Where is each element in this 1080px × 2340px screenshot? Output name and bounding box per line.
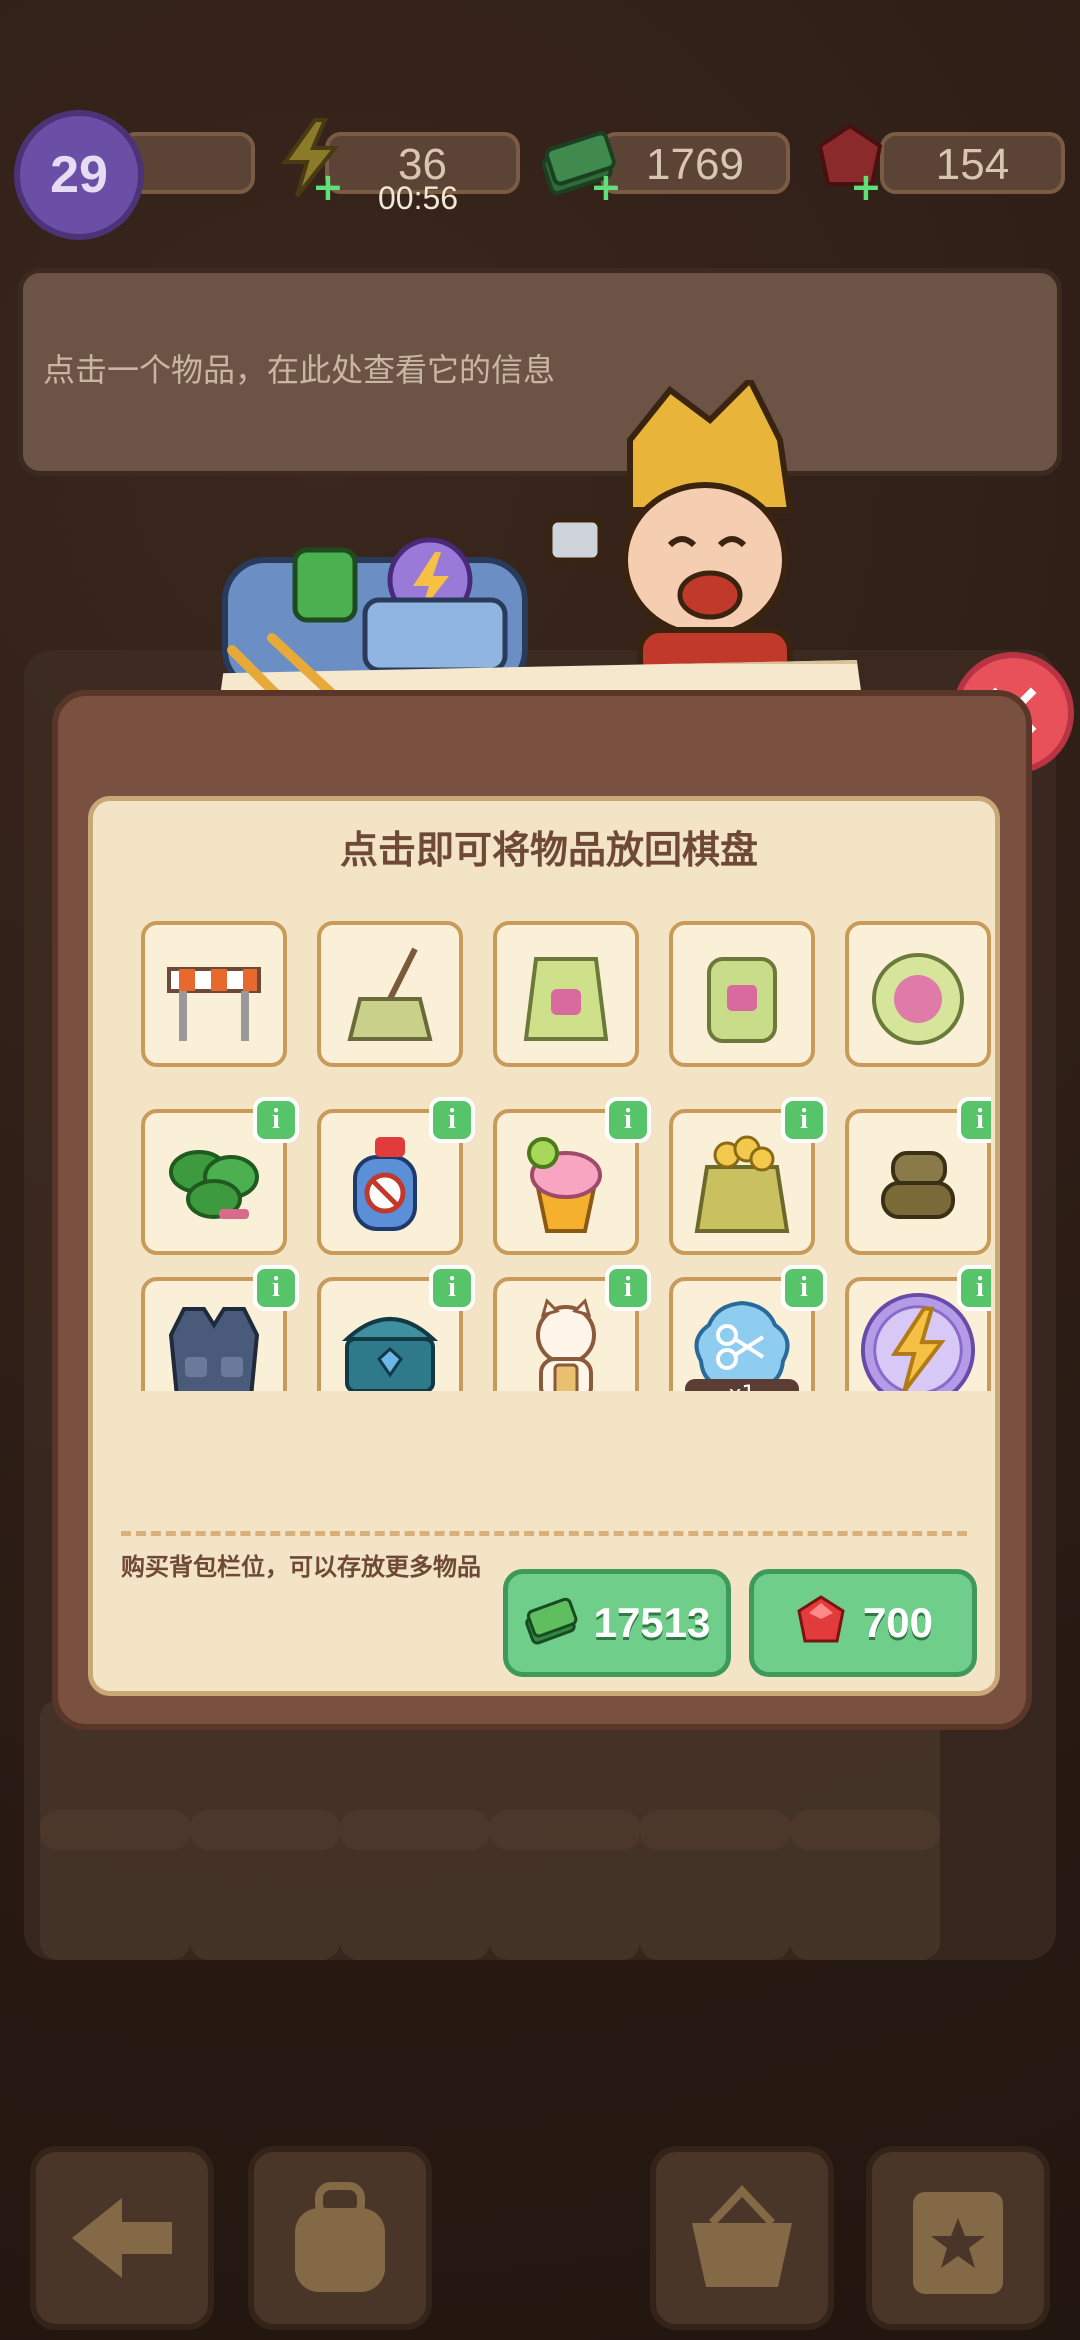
buy-slots-text: 购买背包栏位，可以存放更多物品 xyxy=(121,1553,481,1581)
backpack-panel: 点击即可将物品放回棋盘 iiiiiiiix1iiiiiii 购买背包栏位，可以存… xyxy=(88,796,1000,1696)
wood-logs-icon xyxy=(859,1123,977,1241)
seed-bag-icon xyxy=(507,935,625,1053)
info-icon[interactable]: i xyxy=(429,1097,475,1143)
backpack-slot[interactable]: i xyxy=(141,1097,299,1255)
gem-price: 700 xyxy=(862,1599,934,1646)
backpack-slot[interactable]: i xyxy=(845,1265,991,1391)
gem-value: 154 xyxy=(935,140,1010,189)
backpack-modal: 点击即可将物品放回棋盘 iiiiiiiix1iiiiiii 购买背包栏位，可以存… xyxy=(52,690,1032,1730)
energy-timer: 00:56 xyxy=(378,180,459,216)
tasks-button[interactable] xyxy=(866,2146,1050,2330)
info-icon[interactable]: i xyxy=(253,1097,299,1143)
backpack-slot[interactable]: i xyxy=(669,1097,827,1255)
backpack-slot[interactable]: i xyxy=(493,1265,651,1391)
add-gem-icon[interactable]: + xyxy=(850,168,882,206)
backpack-slot[interactable]: i xyxy=(493,1097,651,1255)
info-icon[interactable]: i xyxy=(605,1265,651,1311)
backpack-slot[interactable]: i xyxy=(317,1265,475,1391)
buy-with-gems-button[interactable]: 700 xyxy=(749,1569,977,1677)
shop-basket-button[interactable] xyxy=(650,2146,834,2330)
backpack-slot[interactable]: x1 i xyxy=(669,1265,827,1391)
buy-with-cash-button[interactable]: 17513 xyxy=(503,1569,731,1677)
backpack-icon xyxy=(295,2182,385,2292)
backpack-slot[interactable]: i xyxy=(141,1265,299,1391)
spinach-icon xyxy=(155,1123,273,1241)
info-icon[interactable]: i xyxy=(605,1097,651,1143)
back-button[interactable] xyxy=(30,2146,214,2330)
backpack-subtitle: 点击即可将物品放回棋盘 xyxy=(339,828,758,872)
broom-icon xyxy=(331,935,449,1053)
add-cash-icon[interactable]: + xyxy=(590,168,622,206)
item-quantity: x1 xyxy=(685,1379,799,1391)
backpack-slot[interactable] xyxy=(317,921,463,1067)
backpack-slot[interactable] xyxy=(141,921,287,1067)
ice-cream-cup-icon xyxy=(507,1123,625,1241)
gem-counter[interactable]: 154 xyxy=(880,132,1065,194)
gem-icon xyxy=(793,1593,849,1653)
info-icon[interactable]: i xyxy=(253,1265,299,1311)
backpack-slot[interactable]: i xyxy=(845,1097,991,1255)
back-arrow-icon xyxy=(72,2198,172,2278)
road-barrier-icon xyxy=(155,935,273,1053)
jar-icon xyxy=(683,935,801,1053)
cash-price: 17513 xyxy=(593,1599,711,1646)
cash-stack-icon xyxy=(524,1595,580,1651)
cash-value: 1769 xyxy=(646,140,744,189)
coin-sack-icon xyxy=(683,1123,801,1241)
backpack-slot[interactable] xyxy=(669,921,815,1067)
backpack-item-grid[interactable]: iiiiiiiix1iiiiiii xyxy=(121,921,991,1391)
add-energy-icon[interactable]: + xyxy=(312,168,344,206)
clipboard-star-icon xyxy=(913,2192,1003,2294)
status-bar: 29 36 + 00:56 1769 + 154 + xyxy=(0,110,1080,240)
info-icon[interactable]: i xyxy=(957,1265,991,1311)
pest-sprayer-icon xyxy=(331,1123,449,1241)
backpack-slot[interactable] xyxy=(845,921,991,1067)
plate-icon xyxy=(859,935,977,1053)
info-icon[interactable]: i xyxy=(957,1097,991,1143)
backpack-slot[interactable] xyxy=(493,921,639,1067)
info-icon[interactable]: i xyxy=(781,1097,827,1143)
character-illustration xyxy=(520,374,880,683)
item-info-hint: 点击一个物品，在此处查看它的信息 xyxy=(43,351,556,389)
info-icon[interactable]: i xyxy=(781,1265,827,1311)
panel-divider xyxy=(121,1531,967,1536)
info-icon[interactable]: i xyxy=(429,1265,475,1311)
backpack-slot[interactable]: i xyxy=(317,1097,475,1255)
backpack-nav-button[interactable] xyxy=(248,2146,432,2330)
level-badge[interactable]: 29 xyxy=(14,110,144,240)
basket-icon xyxy=(692,2185,792,2287)
cash-counter[interactable]: 1769 xyxy=(600,132,790,194)
level-value: 29 xyxy=(50,146,108,204)
